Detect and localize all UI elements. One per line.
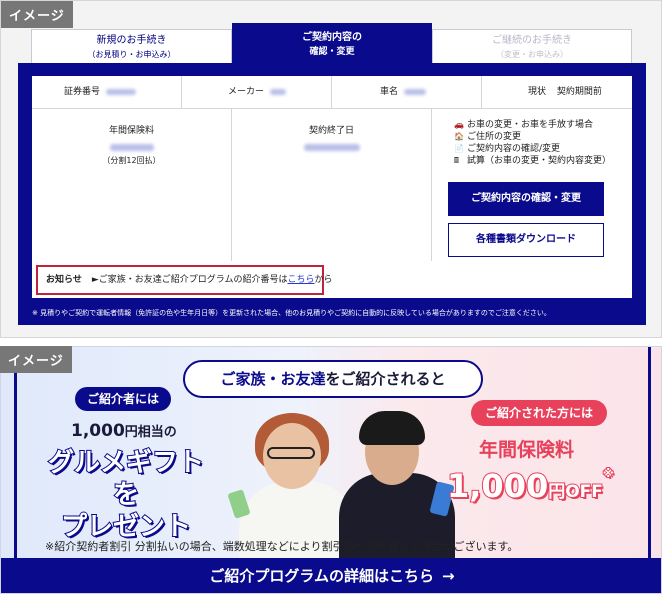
link-label: お車の変更・お車を手放す場合 (467, 120, 594, 130)
contract-check-button[interactable]: ご契約内容の確認・変更 (448, 182, 604, 216)
notice-link[interactable]: こちら (287, 275, 314, 285)
policy-number-label: 証券番号 (64, 87, 101, 97)
footnote: ※ 見積りやご契約で運転者情報（免許証の色や生年月日等）を更新された場合、他のお… (32, 309, 551, 317)
policy-number-cell: 証券番号 (32, 76, 182, 109)
gift-line-1: グルメギフトを (47, 447, 205, 511)
tab-label: ご契約内容の (302, 32, 362, 43)
maker-label: メーカー (228, 87, 265, 97)
document-icon: 📄 (454, 144, 464, 153)
maker-cell: メーカー (182, 76, 332, 109)
referee-amount: 1,000 (446, 466, 549, 506)
premium-column: 年間保険料 （分割12回払） (32, 109, 232, 261)
notice-suffix: から (314, 275, 333, 285)
tab-bar: 新規のお手続き （お見積り・お申込み） ご契約内容の 確認・変更 ご継続のお手続… (31, 23, 632, 63)
man-hair (359, 411, 425, 445)
referee-pill: ご紹介された方には (471, 400, 607, 426)
link-label: 試算（お車の変更・契約内容変更） (467, 156, 612, 166)
link-contract-check[interactable]: 📄 ご契約内容の確認/変更 (454, 143, 632, 155)
notice-text: ►ご家族・お友達ご紹介プログラムの紹介番号は (91, 275, 288, 285)
actions-column: 🚗 お車の変更・お車を手放す場合 🏠 ご住所の変更 📄 ご契約内容の確認/変更 🖩 試算… (432, 109, 632, 298)
blurred-value (109, 144, 154, 151)
notice-heading: お知らせ (46, 275, 82, 285)
end-date-label: 契約終了日 (308, 126, 354, 136)
tab-label: ご継続のお手続き (492, 35, 572, 46)
referee-asterisk: ※ (602, 466, 615, 481)
blurred-value (270, 88, 287, 95)
referee-unit: 円OFF (547, 481, 604, 503)
referrer-pill: ご紹介者には (75, 387, 171, 411)
link-label: ご住所の変更 (467, 132, 522, 142)
link-address-change[interactable]: 🏠 ご住所の変更 (454, 131, 632, 143)
model-cell: 車名 (332, 76, 482, 109)
cta-label: ご紹介プログラムの詳細はこちら (209, 567, 434, 585)
phone-icon (227, 489, 251, 519)
info-row: 証券番号 メーカー 車名 現状 契約期間前 (32, 76, 632, 109)
status-label: 現状 (528, 87, 547, 97)
people-illustration (227, 399, 461, 559)
tab-new-procedure[interactable]: 新規のお手続き （お見積り・お申込み） (31, 29, 232, 63)
notice-box: お知らせ ►ご家族・お友達ご紹介プログラムの紹介番号はこちらから (36, 265, 333, 295)
blurred-value (303, 144, 360, 151)
tab-sublabel: （変更・お申込み） (496, 50, 568, 59)
referrer-value: 1,000円相当の (71, 421, 177, 441)
blurred-value (404, 88, 427, 95)
model-label: 車名 (380, 87, 399, 97)
glasses-icon (267, 447, 315, 459)
contract-card: 証券番号 メーカー 車名 現状 契約期間前 年間保険料 （分割12回払） 契約終… (32, 76, 632, 298)
status-cell: 現状 契約期間前 (482, 76, 632, 109)
arrow-right-icon: → (441, 567, 455, 585)
referrer-amount-unit: 円相当の (124, 425, 177, 440)
tab-contract-check[interactable]: ご契約内容の 確認・変更 (232, 23, 432, 63)
premium-label: 年間保険料 (108, 126, 154, 136)
document-download-button[interactable]: 各種書類ダウンロード (448, 223, 604, 257)
banner-disclaimer: ※紹介契約者割引 分割払いの場合、端数処理などにより割引額が若干異なる場合がござ… (45, 540, 519, 553)
link-label: ご契約内容の確認/変更 (467, 144, 561, 154)
tab-renewal[interactable]: ご継続のお手続き （変更・お申込み） (432, 29, 632, 63)
home-icon: 🏠 (454, 132, 464, 141)
premium-detail: （分割12回払） (102, 156, 161, 165)
end-date-column: 契約終了日 (232, 109, 432, 261)
calculator-icon: 🖩 (454, 156, 459, 165)
program-details-button[interactable]: ご紹介プログラムの詳細はこちら → (1, 558, 661, 593)
action-links: 🚗 お車の変更・お車を手放す場合 🏠 ご住所の変更 📄 ご契約内容の確認/変更 🖩 試算… (454, 119, 632, 167)
tab-label: 新規のお手続き (96, 35, 167, 46)
image-tag: イメージ (0, 346, 72, 373)
headline-highlight: ご家族・お友達 (220, 370, 326, 388)
link-vehicle-change[interactable]: 🚗 お車の変更・お車を手放す場合 (454, 119, 632, 131)
referee-title: 年間保険料 (479, 439, 575, 461)
referrer-amount: 1,000 (71, 421, 125, 441)
tab-sublabel: （お見積り・お申込み） (87, 50, 176, 59)
link-estimate[interactable]: 🖩 試算（お車の変更・契約内容変更） (454, 155, 632, 167)
headline-rest: をご紹介されると (325, 370, 446, 388)
tab-sublabel: 確認・変更 (309, 47, 355, 57)
referral-banner[interactable]: ご家族・お友達をご紹介されると ご紹介者には 1,000円相当の グルメギフトを… (0, 346, 662, 594)
blurred-value (106, 88, 137, 95)
gift-text: グルメギフトを プレゼント (41, 447, 211, 543)
referee-discount: 1,000円OFF※ (446, 466, 615, 506)
status-value: 契約期間前 (556, 87, 602, 97)
banner-headline: ご家族・お友達をご紹介されると (183, 360, 483, 398)
contract-panel: イメージ 新規のお手続き （お見積り・お申込み） ご契約内容の 確認・変更 ご継… (0, 0, 662, 338)
image-tag: イメージ (1, 1, 73, 28)
car-icon: 🚗 (454, 120, 464, 129)
